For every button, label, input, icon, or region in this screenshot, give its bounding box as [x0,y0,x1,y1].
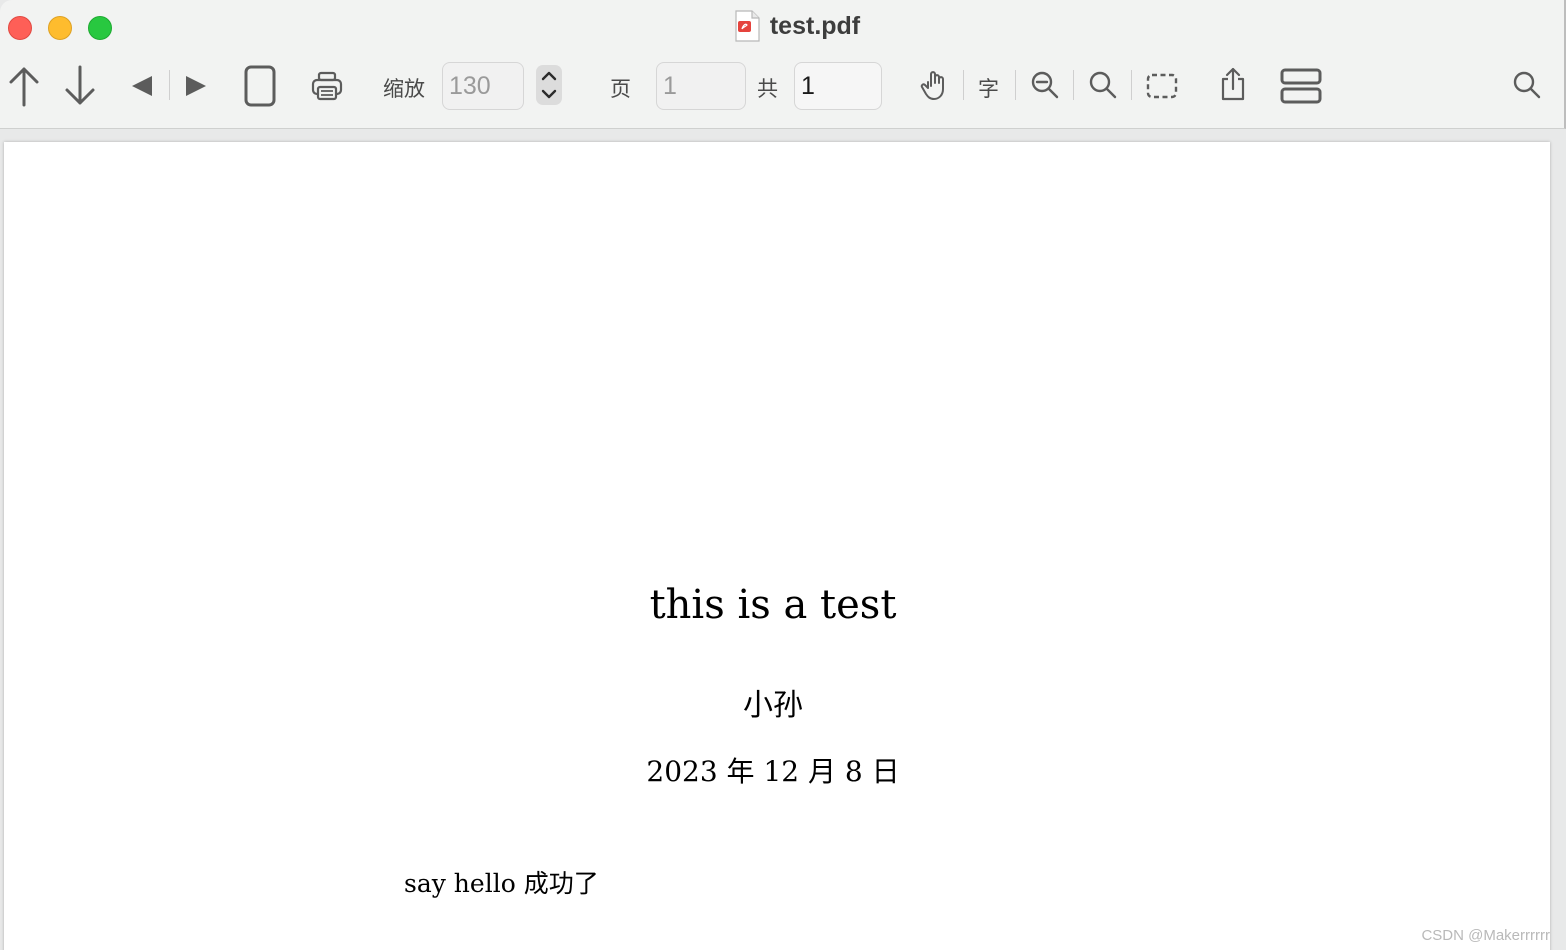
toolbar-separator [1131,70,1132,100]
search-button[interactable] [1510,68,1544,102]
document-body-text: say hello 成功了 [404,869,599,898]
single-page-view-button[interactable] [240,64,280,108]
print-icon [311,71,343,101]
zoom-out-icon [1031,71,1059,99]
rect-select-button[interactable] [1144,70,1180,102]
selection-rect-icon [1146,73,1178,99]
arrow-down-icon [65,65,95,105]
hand-icon [920,71,944,100]
triangle-right-icon [186,76,206,96]
toolbar-separator [963,70,964,100]
window-title: test.pdf [769,11,861,40]
print-button[interactable] [308,68,346,104]
toolbar: test.pdf 缩放 130 页 1 共 1 字 [0,0,1566,129]
search-icon [1513,71,1541,99]
previous-page-button[interactable] [6,64,42,108]
next-page-button[interactable] [62,64,98,108]
share-icon [1221,67,1245,101]
total-pages-field: 1 [794,62,882,110]
arrow-up-icon [9,67,39,107]
stepper-icon [541,71,557,99]
watermark: CSDN @Makerrrrrr [1421,927,1550,944]
zoom-in-button[interactable] [1086,68,1120,102]
single-page-icon [244,65,276,107]
page-label: 页 [610,77,631,101]
document-title: this is a test [649,582,897,628]
minimize-button[interactable] [48,16,72,40]
zoom-input[interactable]: 130 [442,62,524,110]
window-title-area: test.pdf [0,10,1566,42]
forward-button[interactable] [182,72,210,100]
toolbar-separator [1015,70,1016,100]
zoom-label: 缩放 [383,77,425,101]
continuous-scroll-button[interactable] [1278,66,1324,106]
page-input[interactable]: 1 [656,62,746,110]
back-button[interactable] [128,72,156,100]
text-select-tool-button[interactable]: 字 [978,73,999,103]
zoom-stepper[interactable] [536,65,562,105]
document-author: 小孙 [743,688,803,723]
hand-tool-button[interactable] [918,66,954,104]
zoom-icon [1089,71,1117,99]
document-date: 2023 年 12 月 8 日 [646,755,900,788]
close-button[interactable] [8,16,32,40]
maximize-button[interactable] [88,16,112,40]
toolbar-separator [1073,70,1074,100]
share-button[interactable] [1216,64,1250,104]
triangle-left-icon [132,76,152,96]
zoom-out-button[interactable] [1028,68,1062,102]
pdf-page [4,142,1550,950]
total-label: 共 [757,77,778,101]
pdf-file-icon [735,10,760,42]
continuous-pages-icon [1280,68,1322,104]
pdf-viewer-window: test.pdf 缩放 130 页 1 共 1 字 this is a test… [0,0,1566,950]
toolbar-separator [169,70,170,100]
